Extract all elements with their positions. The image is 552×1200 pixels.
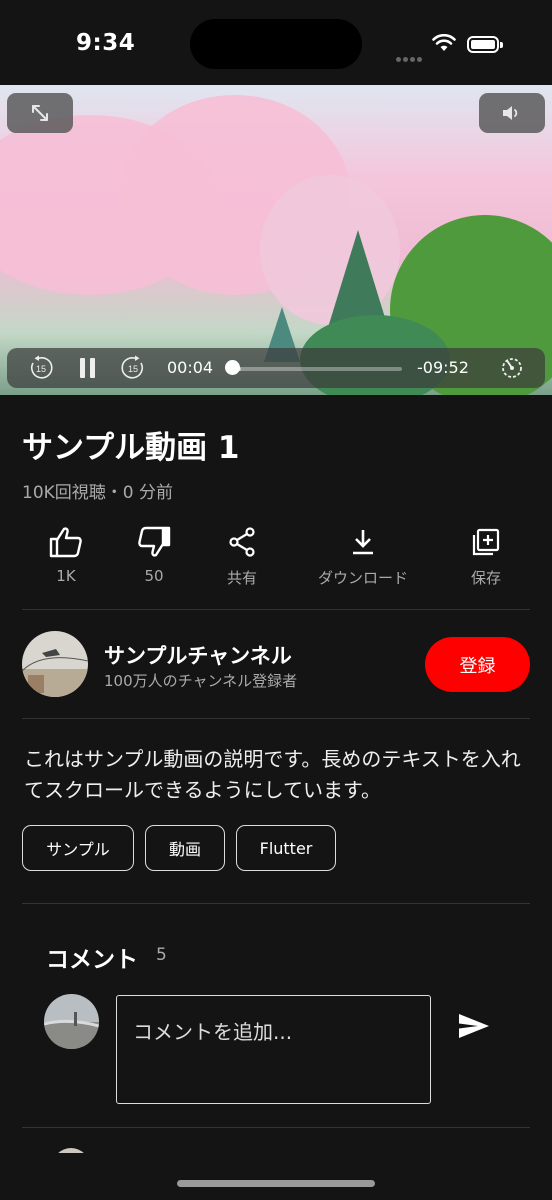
share-button[interactable]: 共有	[212, 523, 272, 588]
divider	[22, 1127, 530, 1128]
svg-text:15: 15	[128, 364, 138, 374]
download-icon	[353, 530, 373, 555]
status-bar: 9:34	[0, 0, 552, 85]
action-row: 1K 50 共有 ダウンロード 保存	[22, 523, 530, 593]
playback-speed-button[interactable]	[497, 348, 527, 388]
seek-bar[interactable]	[231, 367, 402, 371]
forward-15-icon: 15	[121, 355, 144, 379]
battery-icon	[467, 36, 503, 53]
home-indicator[interactable]	[177, 1180, 375, 1187]
send-comment-button[interactable]	[458, 1012, 490, 1044]
replay-15-icon: 15	[30, 355, 53, 379]
save-button[interactable]: 保存	[456, 523, 516, 588]
dislike-button[interactable]: 50	[124, 523, 184, 585]
seek-handle[interactable]	[225, 360, 241, 375]
comments-count: 5	[156, 945, 167, 965]
channel-name[interactable]: サンプルチャンネル	[104, 640, 292, 670]
speed-icon	[502, 358, 522, 378]
tag-chip[interactable]: サンプル	[22, 825, 134, 871]
remaining-time: -09:52	[417, 358, 469, 377]
share-icon	[229, 527, 255, 557]
dynamic-island	[190, 19, 362, 69]
pause-icon	[80, 358, 95, 378]
download-label: ダウンロード	[317, 569, 408, 587]
svg-text:15: 15	[36, 364, 46, 374]
share-label: 共有	[226, 569, 257, 587]
download-button[interactable]: ダウンロード	[308, 523, 418, 588]
volume-icon	[503, 106, 518, 120]
video-meta: 10K回視聴・0 分前	[22, 483, 173, 503]
pause-button[interactable]	[73, 348, 103, 388]
save-label: 保存	[470, 569, 501, 587]
video-title: サンプル動画 1	[22, 430, 240, 466]
dislike-count: 50	[144, 567, 164, 585]
user-avatar	[44, 994, 99, 1049]
fullscreen-icon	[32, 105, 48, 121]
like-count: 1K	[56, 567, 76, 585]
subscriber-count: 100万人のチャンネル登録者	[104, 672, 298, 690]
thumbs-up-icon	[49, 527, 82, 558]
player-controls: 15 15 00:04 -09:52	[7, 348, 545, 388]
like-button[interactable]: 1K	[36, 523, 96, 585]
signal-icon	[396, 47, 424, 66]
channel-avatar[interactable]	[22, 631, 88, 697]
status-time: 9:34	[76, 30, 136, 56]
tag-chip[interactable]: 動画	[145, 825, 225, 871]
divider	[22, 718, 530, 719]
skip-back-button[interactable]: 15	[25, 348, 57, 388]
save-playlist-icon	[472, 528, 500, 556]
skip-forward-button[interactable]: 15	[117, 348, 149, 388]
divider	[22, 609, 530, 610]
bottom-safe-area	[0, 1153, 552, 1200]
comment-input[interactable]: コメントを追加...	[116, 995, 431, 1104]
divider	[22, 903, 530, 904]
comments-title: コメント	[46, 947, 138, 973]
thumbs-down-icon	[138, 526, 171, 557]
volume-button[interactable]	[479, 93, 545, 133]
video-description: これはサンプル動画の説明です。長めのテキストを入れてスクロールできるようにしてい…	[24, 747, 521, 802]
subscribe-button[interactable]: 登録	[425, 637, 530, 692]
wifi-icon	[432, 33, 456, 56]
tag-chip[interactable]: Flutter	[236, 825, 336, 871]
current-time: 00:04	[167, 358, 214, 377]
send-icon	[459, 1014, 489, 1038]
video-player[interactable]: 15 15 00:04 -09:52	[0, 85, 552, 395]
fullscreen-button[interactable]	[7, 93, 73, 133]
